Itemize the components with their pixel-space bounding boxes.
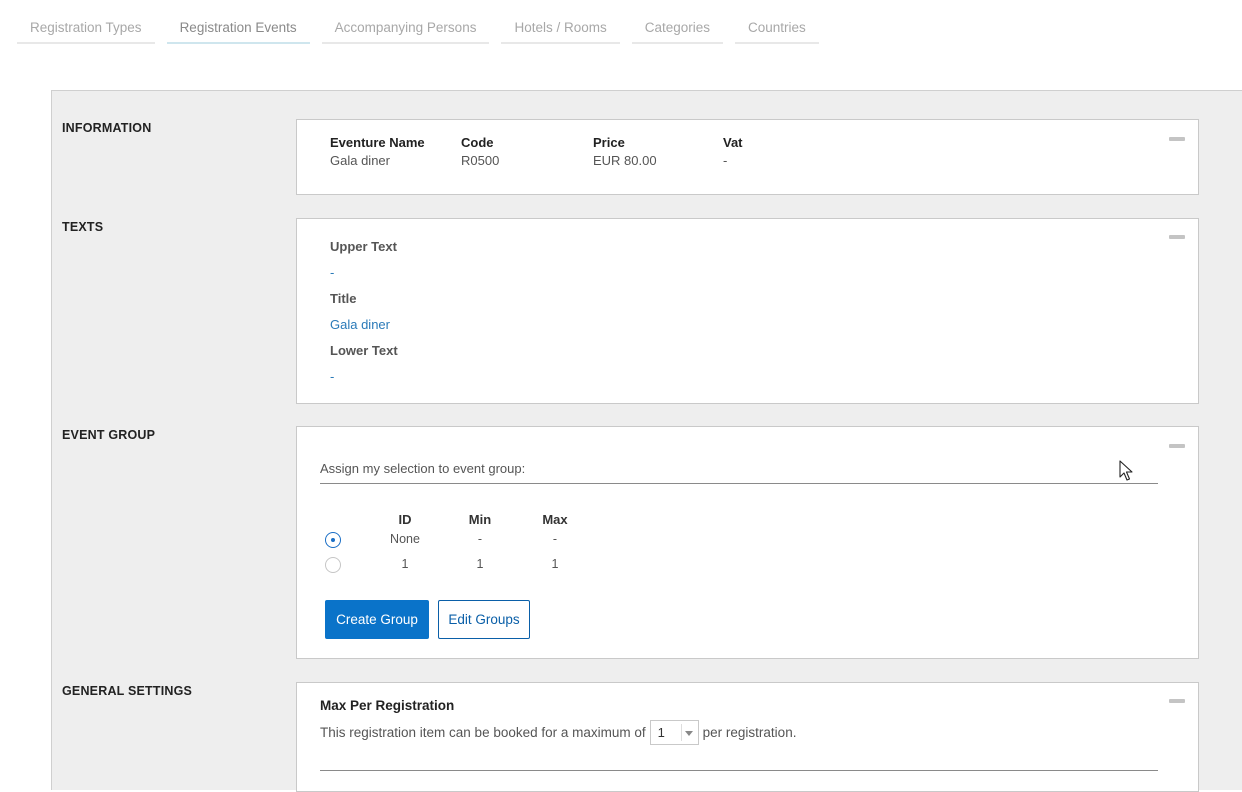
group-row-id: None [390,532,420,546]
texts-card: Upper Text - Title Gala diner Lower Text… [296,218,1199,404]
info-name-header: Eventure Name [330,135,425,150]
lower-text-value[interactable]: - [330,369,334,384]
section-label-general-settings: GENERAL SETTINGS [62,684,193,698]
lower-text-label: Lower Text [330,343,398,358]
information-card: Eventure Name Gala diner Code R0500 Pric… [296,119,1199,195]
max-prefix-text: This registration item can be booked for… [320,725,646,740]
section-label-texts: TEXTS [62,220,104,234]
group-radio-1[interactable] [325,557,341,573]
tab-bar: Registration Types Registration Events A… [17,12,831,44]
tab-registration-types[interactable]: Registration Types [17,12,155,44]
max-select-value: 1 [657,725,665,740]
group-row-min: 1 [476,557,484,571]
group-header-min: Min [468,512,492,527]
create-group-button[interactable]: Create Group [325,600,429,639]
section-label-event-group: EVENT GROUP [62,428,156,442]
info-code-column: Code R0500 [461,135,499,168]
max-per-registration-line: This registration item can be booked for… [320,720,796,745]
title-label: Title [330,291,357,306]
select-separator [680,724,682,741]
section-label-information: INFORMATION [62,121,152,135]
tab-hotels-rooms[interactable]: Hotels / Rooms [501,12,620,44]
info-vat-header: Vat [723,135,743,150]
tab-accompanying-persons[interactable]: Accompanying Persons [321,12,490,44]
group-header-max: Max [542,512,568,527]
event-group-card: Assign my selection to event group: ID M… [296,426,1199,659]
info-code-header: Code [461,135,494,150]
info-name-value: Gala diner [330,153,390,168]
assign-event-group-text: Assign my selection to event group: [320,461,1158,484]
collapse-icon[interactable] [1169,235,1185,239]
info-price-value: EUR 80.00 [593,153,657,168]
upper-text-label: Upper Text [330,239,397,254]
group-header-id: ID [398,512,412,527]
edit-groups-button[interactable]: Edit Groups [438,600,530,639]
max-per-registration-select[interactable]: 1 [649,720,699,745]
max-per-registration-title: Max Per Registration [320,698,455,713]
collapse-icon[interactable] [1169,444,1185,448]
group-row-max: - [552,532,558,546]
chevron-down-icon [684,731,693,736]
collapse-icon[interactable] [1169,137,1185,141]
info-price-column: Price EUR 80.00 [593,135,657,168]
info-price-header: Price [593,135,625,150]
tab-countries[interactable]: Countries [735,12,819,44]
collapse-icon[interactable] [1169,699,1185,703]
title-value[interactable]: Gala diner [330,317,390,332]
upper-text-value[interactable]: - [330,265,334,280]
info-code-value: R0500 [461,153,500,168]
divider [320,770,1158,771]
info-vat-column: Vat - [723,135,743,168]
group-row-min: - [477,532,483,546]
info-name-column: Eventure Name Gala diner [330,135,425,168]
tab-categories[interactable]: Categories [631,12,724,44]
general-settings-card: Max Per Registration This registration i… [296,682,1199,792]
max-suffix-text: per registration. [702,725,797,740]
info-vat-value: - [723,153,728,168]
mouse-cursor-icon [1119,460,1133,481]
group-radio-none[interactable] [325,532,341,548]
group-row-max: 1 [551,557,559,571]
group-row-id: 1 [401,557,409,571]
tab-registration-events[interactable]: Registration Events [166,12,310,44]
